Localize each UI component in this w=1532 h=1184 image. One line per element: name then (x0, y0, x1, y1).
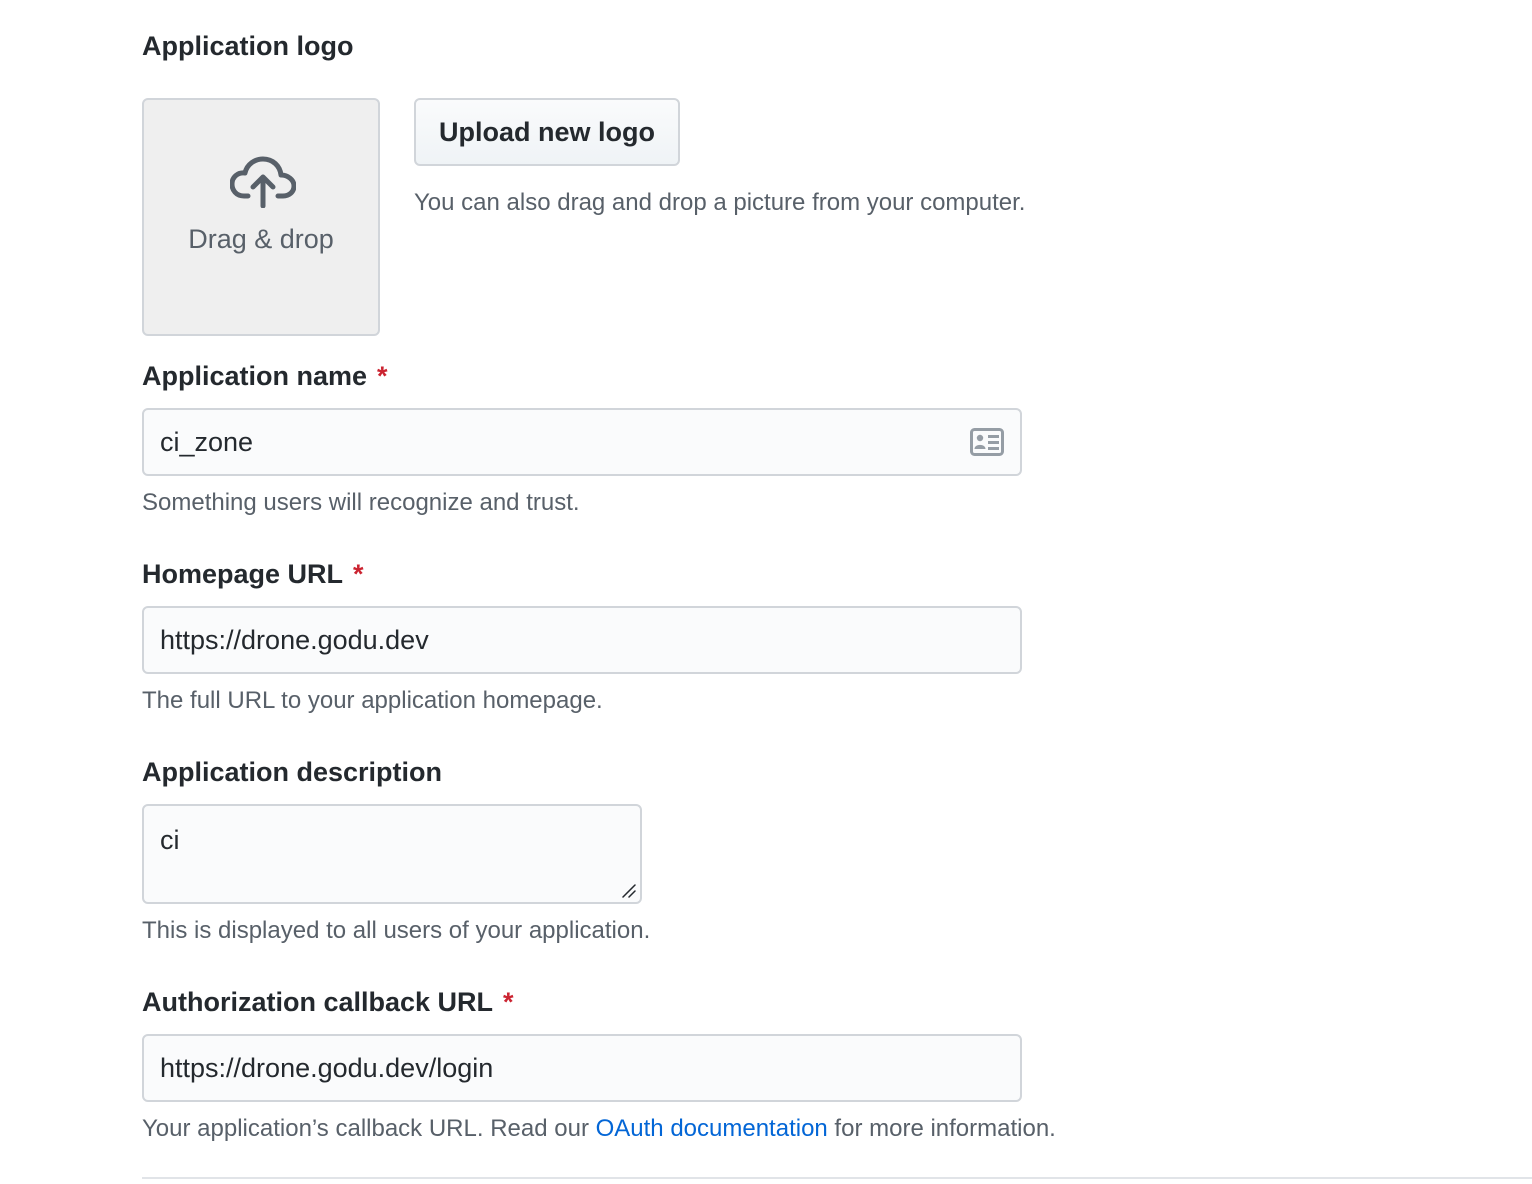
upload-logo-button[interactable]: Upload new logo (414, 98, 680, 166)
app-name-label-text: Application name (142, 361, 368, 391)
callback-note-text: Your application’s callback URL. Read ou… (142, 1115, 596, 1142)
description-textarea[interactable]: ci (142, 804, 642, 904)
description-label: Application description (142, 757, 443, 787)
callback-note: Your application’s callback URL. Read ou… (142, 1114, 1056, 1144)
contact-card-icon[interactable] (970, 428, 1004, 456)
app-name-label: Application name * (142, 359, 388, 393)
required-marker: * (353, 559, 364, 589)
logo-dropzone[interactable]: Drag & drop (142, 98, 380, 336)
app-name-input[interactable] (142, 408, 1022, 476)
homepage-label: Homepage URL * (142, 557, 364, 591)
description-note: This is displayed to all users of your a… (142, 917, 651, 944)
section-divider (142, 1177, 1532, 1179)
oauth-documentation-link[interactable]: OAuth documentation (596, 1115, 828, 1142)
homepage-note: The full URL to your application homepag… (142, 687, 603, 714)
app-name-note: Something users will recognize and trust… (142, 489, 580, 516)
required-marker: * (377, 361, 388, 391)
callback-label: Authorization callback URL * (142, 985, 514, 1019)
upload-note: You can also drag and drop a picture fro… (414, 189, 1026, 216)
callback-note-suffix: for more information. (827, 1115, 1056, 1142)
callback-label-text: Authorization callback URL (142, 987, 494, 1017)
homepage-label-text: Homepage URL (142, 559, 344, 589)
dropzone-text: Drag & drop (188, 224, 334, 254)
callback-url-input[interactable] (142, 1034, 1022, 1102)
logo-label: Application logo (142, 31, 354, 61)
homepage-url-input[interactable] (142, 606, 1022, 674)
cloud-upload-icon (230, 156, 296, 208)
resize-grip-icon[interactable] (620, 882, 636, 898)
oauth-app-form: Application logo Drag & drop Upload new … (142, 0, 1532, 1184)
required-marker: * (503, 987, 514, 1017)
